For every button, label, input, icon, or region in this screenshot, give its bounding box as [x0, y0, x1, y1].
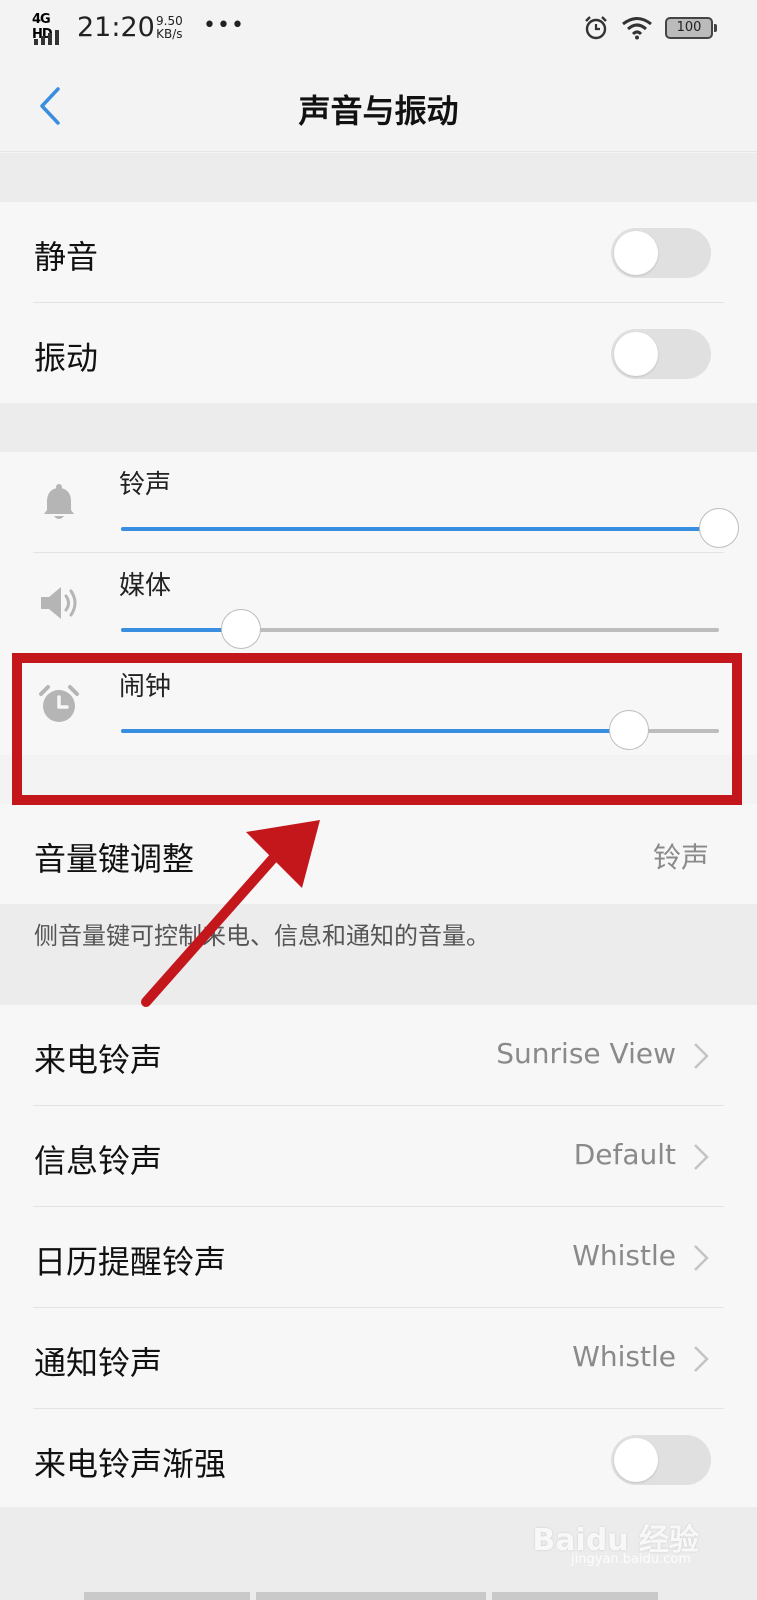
bell-icon [44, 484, 74, 519]
bottom-segment [256, 1592, 486, 1600]
crescendo-toggle[interactable] [611, 1435, 711, 1485]
toggle-knob [614, 332, 658, 376]
sound-value: Sunrise View [496, 1037, 676, 1070]
highlight-box [12, 653, 742, 805]
mute-label: 静音 [34, 238, 99, 276]
sound-row[interactable]: 日历提醒铃声 Whistle [0, 1207, 757, 1307]
ringtone-volume-label: 铃声 [119, 470, 172, 500]
status-bar: 4G HD 21:20 9.50 KB/s ••• 100 [0, 0, 757, 60]
section-gap [0, 153, 757, 202]
sound-value: Whistle [572, 1239, 676, 1272]
volume-key-label: 音量键调整 [34, 840, 195, 878]
sound-label: 日历提醒铃声 [34, 1243, 227, 1281]
vibrate-row[interactable]: 振动 [0, 303, 757, 403]
mute-toggle[interactable] [611, 228, 711, 278]
mute-row[interactable]: 静音 [0, 202, 757, 302]
wifi-icon [622, 17, 652, 40]
crescendo-row[interactable]: 来电铃声渐强 [0, 1409, 757, 1509]
chevron-right-icon [694, 1245, 709, 1271]
sound-row[interactable]: 信息铃声 Default [0, 1106, 757, 1206]
more-notifications-icon: ••• [203, 13, 245, 38]
speed-unit: KB/s [156, 27, 183, 41]
battery-icon: 100 [665, 17, 717, 39]
media-volume-slider[interactable] [121, 609, 719, 649]
sound-label: 通知铃声 [34, 1344, 163, 1382]
volume-key-value: 铃声 [652, 841, 709, 874]
vibrate-toggle[interactable] [611, 329, 711, 379]
sound-row[interactable]: 通知铃声 Whistle [0, 1308, 757, 1408]
network-speed: 9.50 KB/s [156, 15, 183, 41]
crescendo-label: 来电铃声渐强 [34, 1445, 227, 1483]
hint-area: 侧音量键可控制来电、信息和通知的音量。 [0, 904, 757, 1005]
alarm-status-icon [585, 16, 607, 40]
watermark-url: jingyan.baidu.com [571, 1552, 691, 1567]
volume-key-section: 音量键调整 铃声 [0, 804, 757, 904]
page-title: 声音与振动 [298, 92, 459, 130]
sound-value: Whistle [572, 1340, 676, 1373]
toggle-knob [614, 1438, 658, 1482]
chevron-right-icon [694, 1346, 709, 1372]
vibrate-label: 振动 [34, 339, 99, 377]
slider-thumb[interactable] [220, 609, 261, 649]
clock: 21:20 [77, 12, 155, 43]
status-icons: 100 [583, 15, 717, 41]
toggle-section: 静音 振动 [0, 202, 757, 403]
app-header: 声音与振动 [0, 60, 757, 152]
sound-row[interactable]: 来电铃声 Sunrise View [0, 1005, 757, 1105]
volume-key-hint: 侧音量键可控制来电、信息和通知的音量。 [34, 922, 490, 950]
chevron-right-icon [694, 1043, 709, 1069]
signal-bars-icon [34, 30, 59, 45]
speaker-icon [41, 587, 77, 619]
media-volume-row: 媒体 [0, 553, 757, 654]
ringtone-volume-row: 铃声 [0, 452, 757, 553]
chevron-right-icon [694, 1144, 709, 1170]
sound-label: 信息铃声 [34, 1142, 163, 1180]
sound-label: 来电铃声 [34, 1041, 163, 1079]
volume-key-row[interactable]: 音量键调整 铃声 [0, 804, 757, 904]
slider-thumb[interactable] [699, 508, 739, 548]
ringtone-section: 来电铃声 Sunrise View 信息铃声 Default 日历提醒铃声 Wh… [0, 1005, 757, 1507]
signal-indicator: 4G HD [32, 12, 70, 45]
ringtone-volume-slider[interactable] [121, 508, 739, 548]
media-volume-label: 媒体 [119, 571, 172, 601]
bottom-segment [84, 1592, 250, 1600]
section-gap [0, 403, 757, 452]
sound-value: Default [573, 1138, 676, 1171]
bottom-segment [492, 1592, 658, 1600]
slider-fill [121, 527, 719, 531]
toggle-knob [614, 231, 658, 275]
